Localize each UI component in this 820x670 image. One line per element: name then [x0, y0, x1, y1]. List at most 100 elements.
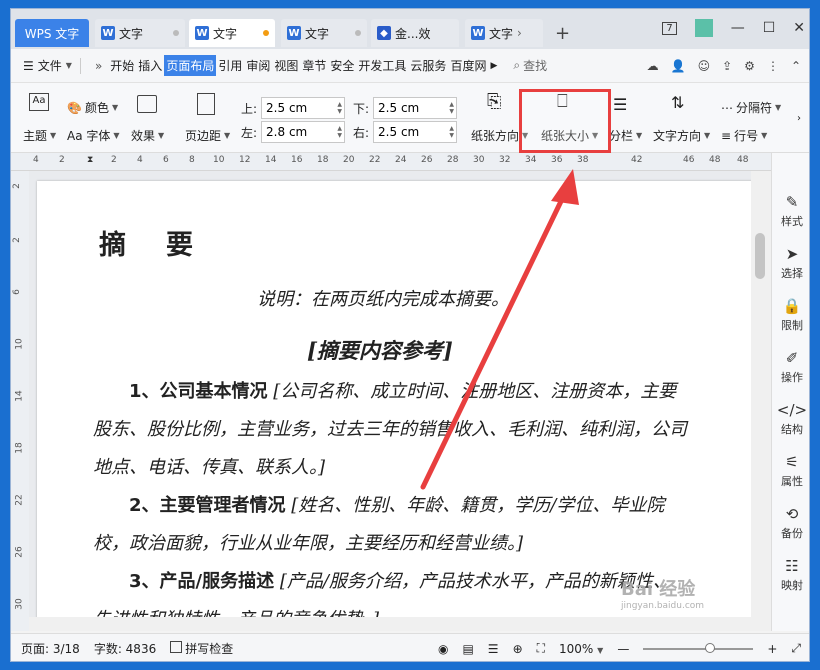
doc-tab-5[interactable]: W 文字 ›: [465, 19, 543, 47]
menu-item-review[interactable]: 审阅: [244, 55, 272, 76]
ruler-tick: 42: [631, 155, 643, 165]
structure-button[interactable]: </> 结构: [772, 401, 809, 437]
scrollbar-thumb[interactable]: [755, 233, 765, 279]
menu-item-sections[interactable]: 章节: [300, 55, 328, 76]
margins-label: 页边距: [185, 129, 222, 143]
cloud-sync-icon[interactable]: ☁: [647, 59, 659, 73]
gear-icon[interactable]: ⚙: [744, 59, 755, 73]
select-button[interactable]: ➤ 选择: [772, 245, 809, 281]
new-tab-plus-icon[interactable]: +: [555, 23, 570, 44]
horizontal-scrollbar[interactable]: [29, 617, 751, 631]
zoom-slider-handle[interactable]: [705, 642, 716, 653]
add-user-icon[interactable]: 👤: [671, 59, 686, 73]
comment-icon[interactable]: ☺: [698, 59, 711, 73]
menu-item-developer[interactable]: 开发工具: [356, 55, 408, 76]
menu-item-page-layout[interactable]: 页面布局: [164, 55, 217, 76]
indent-marker-icon[interactable]: ⧗: [87, 155, 93, 165]
reference-heading: [摘要内容参考]: [307, 338, 453, 363]
properties-button[interactable]: ⚟ 属性: [772, 453, 809, 489]
pen-icon: ✎: [785, 193, 799, 211]
horizontal-ruler[interactable]: 4 2 ⧗ 2 4 6 8 10 12 14 16 18 20 22 24 26…: [11, 153, 771, 171]
vertical-ruler[interactable]: 2 2 6 10 14 18 22 26 30: [11, 171, 29, 631]
columns-button[interactable]: 分栏 ▼: [609, 127, 642, 144]
color-button[interactable]: 🎨 颜色 ▼: [67, 99, 118, 116]
spinner-icon[interactable]: ▲ ▼: [337, 125, 342, 139]
restrict-button[interactable]: 🔒 限制: [772, 297, 809, 333]
effect-label: 效果: [131, 129, 156, 143]
margin-top-field: 上: ▲▼: [241, 97, 346, 119]
minimize-icon[interactable]: —: [731, 20, 745, 36]
menu-item-baidu[interactable]: 百度网: [448, 55, 488, 76]
close-icon[interactable]: ✕: [793, 20, 805, 36]
doc-tab-1[interactable]: W 文字: [95, 19, 185, 47]
menu-item-security[interactable]: 安全: [328, 55, 356, 76]
zoom-select[interactable]: 100% ▼: [559, 642, 603, 656]
more-icon[interactable]: ⋮: [767, 59, 779, 73]
annotation-highlight: [519, 89, 611, 153]
margins-button[interactable]: 页边距 ▼: [185, 127, 230, 144]
doc-tab-3[interactable]: W 文字: [281, 19, 367, 47]
chevron-up-icon[interactable]: ⌃: [791, 59, 801, 73]
menu-item-references[interactable]: 引用: [216, 55, 244, 76]
lock-icon: 🔒: [782, 297, 802, 315]
ribbon-scroll-right-icon[interactable]: ›: [797, 113, 801, 124]
doc-tab-2[interactable]: W 文字: [189, 19, 275, 47]
chevron-right-icon[interactable]: ›: [517, 26, 522, 40]
spinner-icon[interactable]: ▲ ▼: [449, 101, 454, 115]
theme-button[interactable]: 主题 ▼: [23, 127, 56, 144]
margin-left-input[interactable]: [261, 121, 346, 143]
vertical-scrollbar[interactable]: [751, 171, 771, 631]
font-button[interactable]: Aa 字体 ▼: [67, 127, 120, 144]
document-page[interactable]: 摘要 说明：在两页纸内完成本摘要。 [摘要内容参考] 1、公司基本情况 [公司名…: [37, 181, 753, 631]
line-number-button[interactable]: ≡ 行号 ▼: [721, 127, 767, 144]
spinner-icon[interactable]: ▲ ▼: [337, 101, 342, 115]
zoom-out-icon[interactable]: —: [617, 642, 629, 656]
eye-icon[interactable]: ◉: [438, 642, 448, 656]
mapping-button[interactable]: ☷ 映射: [772, 557, 809, 593]
separator-label: 分隔符: [736, 101, 773, 115]
doc-tab-label: 文字: [213, 26, 238, 41]
paragraph-1-line-2: 股东、股份比例，主营业务，过去三年的销售收入、毛利润、纯利润，公司: [93, 415, 687, 441]
ruler-tick: 2: [111, 155, 117, 165]
word-count[interactable]: 字数: 4836: [94, 640, 156, 657]
page-counter[interactable]: 页面: 3/18: [21, 640, 80, 657]
window-count-badge[interactable]: 7: [662, 21, 677, 35]
zoom-in-icon[interactable]: +: [767, 642, 777, 656]
web-view-icon[interactable]: ⊕: [513, 642, 523, 656]
spell-check-button[interactable]: 拼写检查: [170, 640, 233, 657]
maximize-icon[interactable]: ☐: [763, 20, 776, 36]
doc-tab-4[interactable]: ◆ 金...效: [371, 19, 459, 47]
outline-view-icon[interactable]: ☰: [488, 642, 499, 656]
ruler-tick: 26: [14, 546, 25, 558]
search-icon: ⌕: [513, 58, 521, 72]
menu-item-cloud[interactable]: 云服务: [408, 55, 448, 76]
actions-button[interactable]: ✐ 操作: [772, 349, 809, 385]
margin-bottom-input[interactable]: [373, 97, 458, 119]
margin-right-input[interactable]: [373, 121, 458, 143]
page-view-icon[interactable]: ▤: [462, 642, 473, 656]
zoom-slider[interactable]: [643, 642, 754, 653]
text-direction-button[interactable]: 文字方向 ▼: [653, 127, 710, 144]
file-menu[interactable]: ☰ 文件 ▼: [23, 57, 72, 74]
avatar[interactable]: [694, 19, 713, 37]
document-canvas[interactable]: 摘要 说明：在两页纸内完成本摘要。 [摘要内容参考] 1、公司基本情况 [公司名…: [29, 171, 769, 631]
share-icon[interactable]: ⇪: [722, 59, 732, 73]
select-label: 选择: [781, 267, 803, 280]
effect-button[interactable]: 效果 ▼: [131, 127, 164, 144]
fit-page-icon[interactable]: ⛶: [537, 641, 545, 656]
menu-item-home[interactable]: 开始: [108, 55, 136, 76]
separator-button[interactable]: ⋯ 分隔符 ▼: [721, 99, 781, 116]
search-box[interactable]: ⌕ 查找: [513, 57, 547, 74]
margin-right-label: 右:: [353, 125, 370, 140]
ruler-tick: 14: [265, 155, 277, 165]
menu-scroll-right-icon[interactable]: ▶: [490, 61, 497, 71]
wps-app-tab[interactable]: WPS 文字: [15, 19, 89, 47]
menu-item-view[interactable]: 视图: [272, 55, 300, 76]
styles-button[interactable]: ✎ 样式: [772, 193, 809, 229]
backup-button[interactable]: ⟲ 备份: [772, 505, 809, 541]
menu-item-insert[interactable]: 插入: [136, 55, 164, 76]
fullscreen-icon[interactable]: ⤢: [791, 641, 801, 656]
spinner-icon[interactable]: ▲ ▼: [449, 125, 454, 139]
double-chevron-icon[interactable]: »: [95, 59, 102, 73]
margin-top-input[interactable]: [261, 97, 346, 119]
